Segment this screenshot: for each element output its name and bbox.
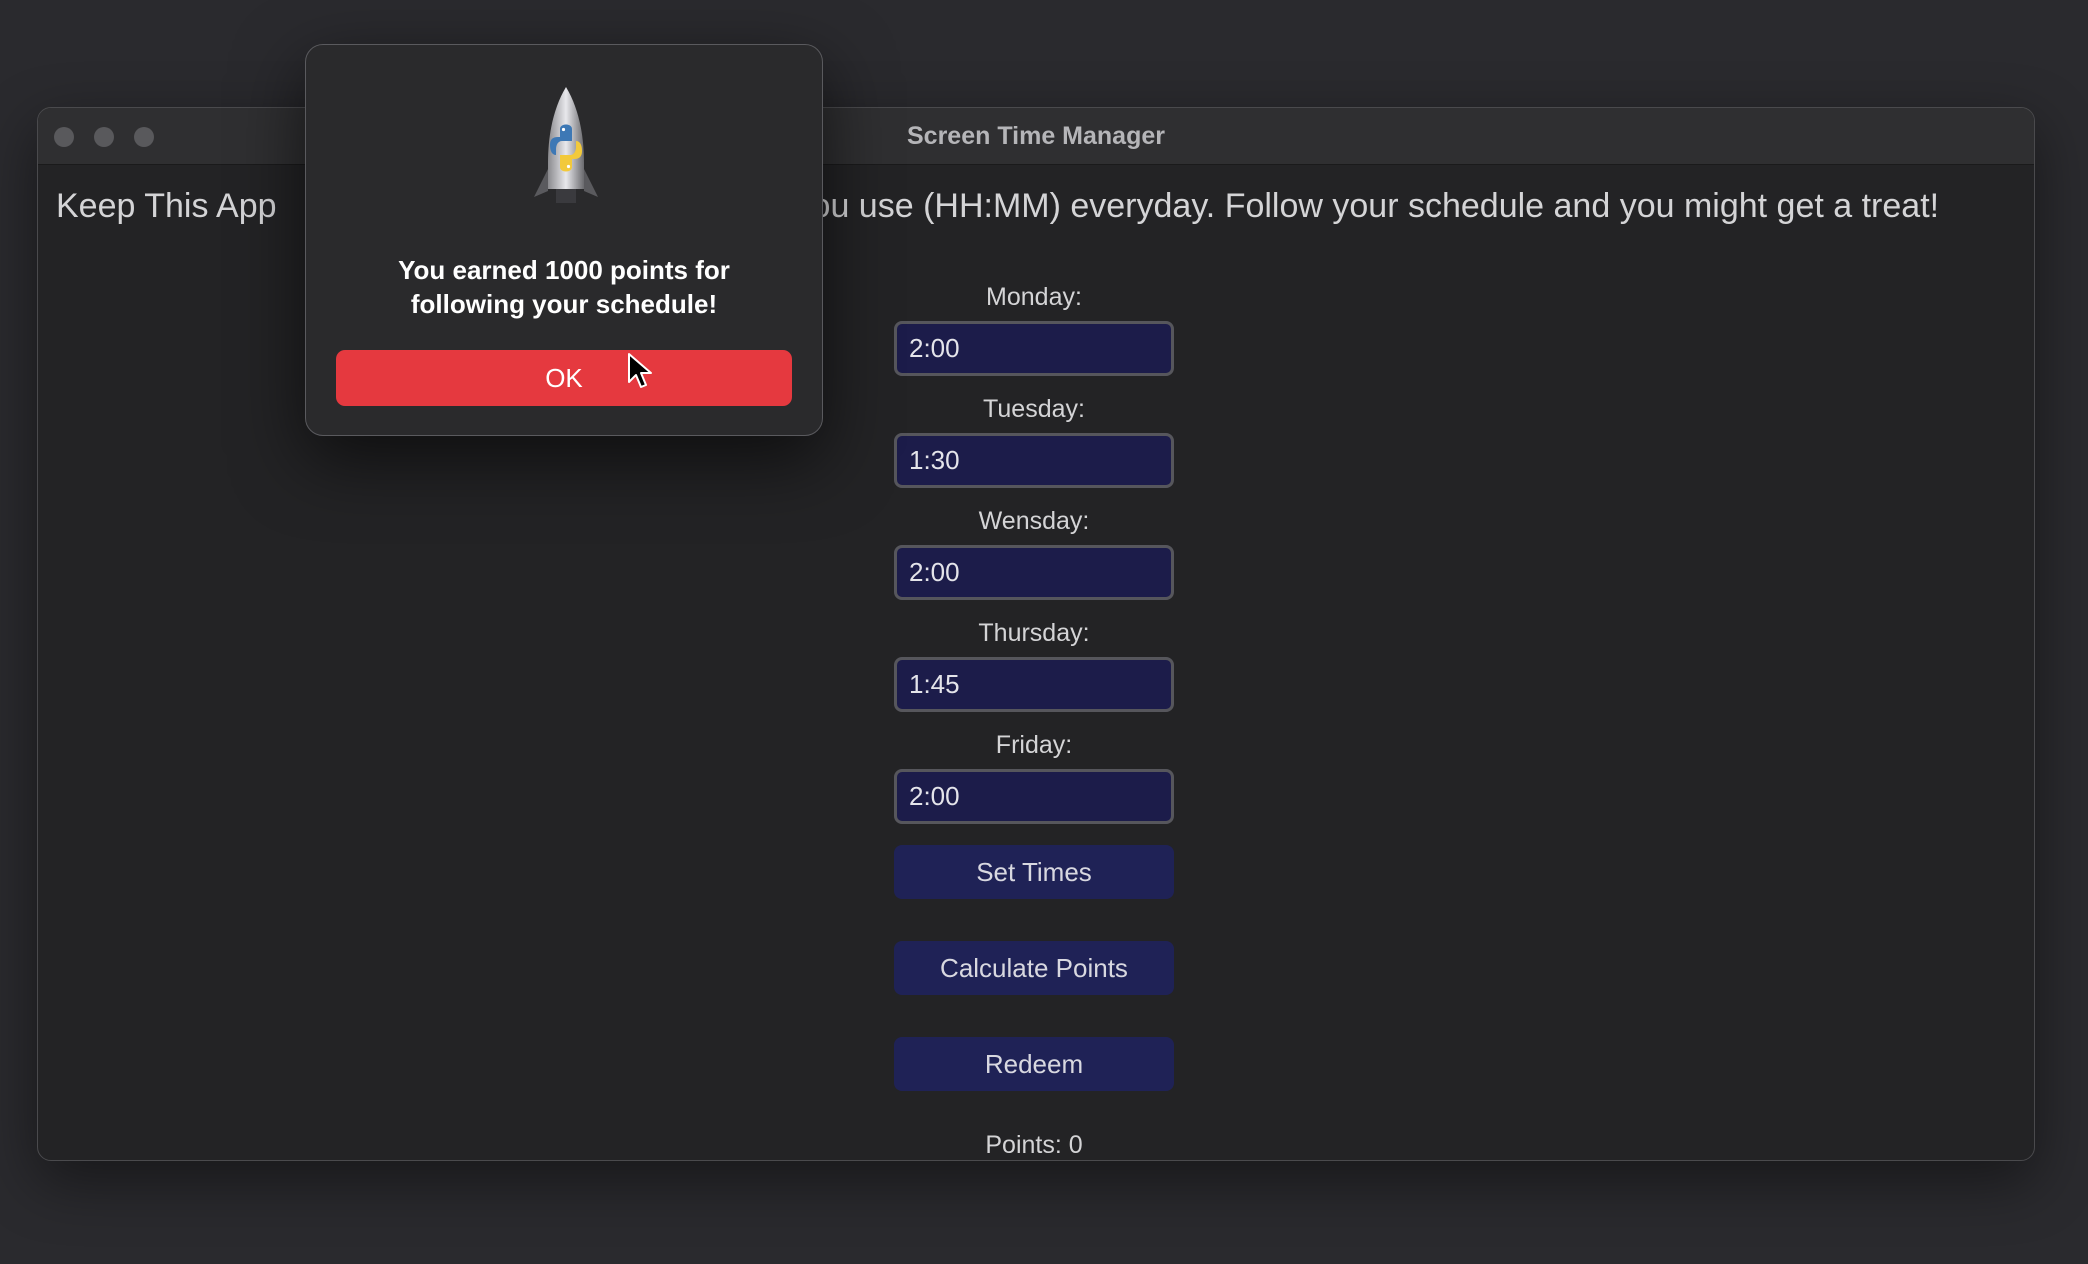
wednesday-label: Wensday: (978, 507, 1090, 535)
points-label: Points: 0 (985, 1131, 1083, 1159)
friday-label: Friday: (995, 731, 1073, 759)
tuesday-label: Tuesday: (983, 395, 1085, 423)
redeem-button[interactable]: Redeem (894, 1037, 1174, 1091)
wednesday-input[interactable] (894, 545, 1174, 600)
friday-input[interactable] (894, 769, 1174, 824)
monday-input[interactable] (894, 321, 1174, 376)
alert-message-line2: following your schedule! (410, 289, 718, 319)
ok-button[interactable]: OK (336, 350, 792, 406)
monday-label: Monday: (986, 283, 1082, 311)
instructions-end: ou use (HH:MM) everyday. Follow your sch… (811, 187, 1940, 225)
alert-message-line1: You earned 1000 points for (398, 255, 730, 285)
python-rocket-icon (534, 87, 598, 203)
thursday-label: Thursday: (978, 619, 1090, 647)
mouse-pointer-icon (628, 353, 652, 388)
calculate-points-button[interactable]: Calculate Points (894, 941, 1174, 995)
thursday-input[interactable] (894, 657, 1174, 712)
alert-message: You earned 1000 points for following you… (326, 253, 802, 321)
desktop: Screen Time Manager Keep This App ou use … (0, 0, 2088, 1264)
set-times-button[interactable]: Set Times (894, 845, 1174, 899)
instructions-start: Keep This App (56, 187, 277, 225)
alert-dialog: You earned 1000 points for following you… (305, 44, 823, 436)
tuesday-input[interactable] (894, 433, 1174, 488)
